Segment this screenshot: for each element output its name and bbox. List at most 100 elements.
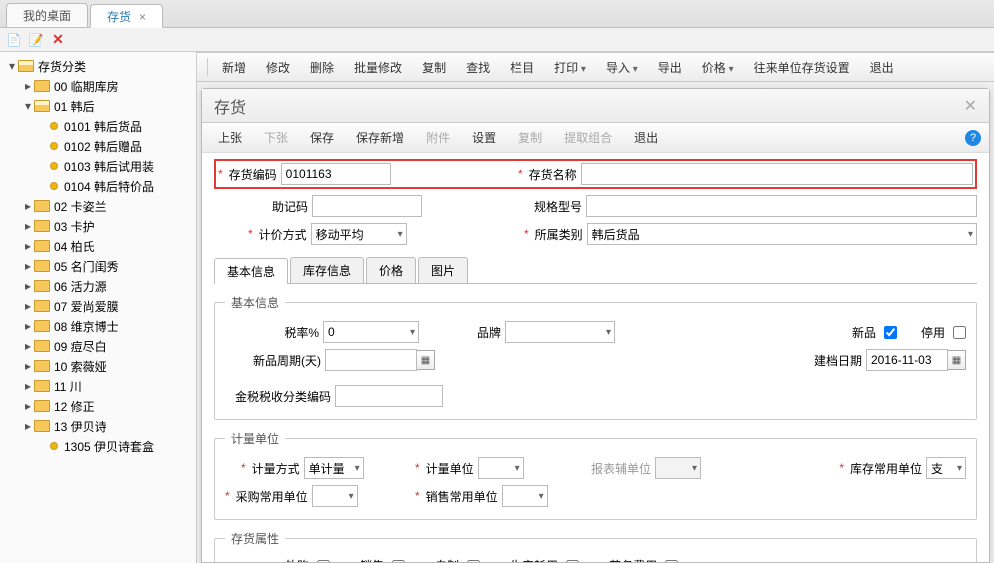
name-label: 存货名称 <box>525 166 581 183</box>
tree-node-07[interactable]: ▸07 爱尚爱膜 <box>18 296 194 316</box>
new-doc-icon[interactable]: 📄 <box>6 32 22 48</box>
tree-node-02[interactable]: ▸02 卡姿兰 <box>18 196 194 216</box>
tab-desktop[interactable]: 我的桌面 <box>6 3 88 27</box>
stopflag-checkbox[interactable] <box>953 326 966 339</box>
dtb-saveadd[interactable]: 保存新增 <box>348 127 412 148</box>
spec-label: 规格型号 <box>524 198 586 215</box>
itab-stock[interactable]: 库存信息 <box>290 257 364 283</box>
dtb-exit[interactable]: 退出 <box>626 127 666 148</box>
dialog-close-icon[interactable]: ✕ <box>964 96 977 116</box>
stockunit-select[interactable] <box>926 457 966 479</box>
tb-find[interactable]: 查找 <box>458 57 498 78</box>
dialog-title: 存货 <box>214 94 246 118</box>
spec-input[interactable] <box>586 195 977 217</box>
dtb-save[interactable]: 保存 <box>302 127 342 148</box>
tree-node-08[interactable]: ▸08 维京博士 <box>18 316 194 336</box>
stopflag-label: 停用 <box>921 324 949 341</box>
brand-select[interactable] <box>505 321 615 343</box>
tb-col[interactable]: 栏目 <box>502 57 542 78</box>
tree-node-09[interactable]: ▸09 痘尽白 <box>18 336 194 356</box>
help-icon[interactable]: ? <box>965 130 981 146</box>
tb-edit[interactable]: 修改 <box>258 57 298 78</box>
goldtax-input[interactable] <box>335 385 443 407</box>
name-input[interactable] <box>581 163 973 185</box>
dialog-body: *存货编码 *存货名称 助记码 规 <box>202 153 989 562</box>
tree-label: 00 临期库房 <box>54 78 119 95</box>
close-icon[interactable]: × <box>139 10 146 24</box>
tree-label: 0102 韩后赠品 <box>64 138 142 155</box>
edit-doc-icon[interactable]: 📝 <box>28 32 44 48</box>
dtb-extract: 提取组合 <box>556 127 620 148</box>
tree-label: 12 修正 <box>54 398 95 415</box>
tb-batch[interactable]: 批量修改 <box>346 57 410 78</box>
tab-inventory[interactable]: 存货× <box>90 4 163 28</box>
delete-icon[interactable]: ✕ <box>50 32 66 48</box>
tb-copy[interactable]: 复制 <box>414 57 454 78</box>
tree-node-03[interactable]: ▸03 卡护 <box>18 216 194 236</box>
createdate-input[interactable] <box>866 349 948 371</box>
dtb-settings[interactable]: 设置 <box>464 127 504 148</box>
costing-label: 计价方式 <box>255 226 311 243</box>
attr-prodconsume-checkbox[interactable] <box>566 560 579 562</box>
newperiod-input[interactable] <box>325 349 417 371</box>
dtb-attach: 附件 <box>418 127 458 148</box>
tree-node-05[interactable]: ▸05 名门闺秀 <box>18 256 194 276</box>
tb-new[interactable]: 新增 <box>214 57 254 78</box>
tree-leaf-0101[interactable]: 0101 韩后货品 <box>34 116 194 136</box>
tb-print[interactable]: 打印 <box>546 57 594 78</box>
tree-root-label: 存货分类 <box>38 58 86 75</box>
tax-label: 税率% <box>279 324 323 341</box>
tree-leaf-1305[interactable]: 1305 伊贝诗套盒 <box>34 436 194 456</box>
category-tree-pane: ▾存货分类 ▸00 临期库房 ▾01 韩后 0101 韩后货品 0102 韩后赠… <box>0 52 197 563</box>
tree-node-10[interactable]: ▸10 索薇娅 <box>18 356 194 376</box>
tb-export[interactable]: 导出 <box>650 57 690 78</box>
attr-outsrc-checkbox[interactable] <box>317 560 330 562</box>
costing-select[interactable] <box>311 223 407 245</box>
umethod-select[interactable] <box>304 457 364 479</box>
calendar-icon[interactable]: ▦ <box>417 350 435 370</box>
attr-selfmade-checkbox[interactable] <box>467 560 480 562</box>
tree-label: 05 名门闺秀 <box>54 258 119 275</box>
calendar-icon[interactable]: ▦ <box>948 350 966 370</box>
mnemonic-input[interactable] <box>312 195 422 217</box>
tree-label: 0101 韩后货品 <box>64 118 142 135</box>
tree-node-11[interactable]: ▸11 川 <box>18 376 194 396</box>
dtb-prev[interactable]: 上张 <box>210 127 250 148</box>
cat-select[interactable] <box>587 223 977 245</box>
tree-node-01[interactable]: ▾01 韩后 <box>18 96 194 116</box>
highlighted-required-row: *存货编码 *存货名称 <box>214 159 977 189</box>
newflag-checkbox[interactable] <box>884 326 897 339</box>
tree-leaf-0102[interactable]: 0102 韩后赠品 <box>34 136 194 156</box>
tree-root[interactable]: ▾存货分类 <box>2 56 194 76</box>
newperiod-label: 新品周期(天) <box>245 352 325 369</box>
tb-del[interactable]: 删除 <box>302 57 342 78</box>
dialog-titlebar: 存货 ✕ <box>202 89 989 123</box>
tax-select[interactable] <box>323 321 419 343</box>
tree-label: 06 活力源 <box>54 278 107 295</box>
tree-node-13[interactable]: ▸13 伊贝诗 <box>18 416 194 436</box>
tree-node-04[interactable]: ▸04 柏氏 <box>18 236 194 256</box>
tree-label: 13 伊贝诗 <box>54 418 107 435</box>
tb-supplier[interactable]: 往来单位存货设置 <box>746 57 858 78</box>
brand-label: 品牌 <box>465 324 505 341</box>
itab-basic[interactable]: 基本信息 <box>214 258 288 284</box>
purunit-select[interactable] <box>312 485 358 507</box>
tree-node-12[interactable]: ▸12 修正 <box>18 396 194 416</box>
tb-price[interactable]: 价格 <box>694 57 742 78</box>
tb-import[interactable]: 导入 <box>598 57 646 78</box>
tree-leaf-0104[interactable]: 0104 韩后特价品 <box>34 176 194 196</box>
tree-label: 03 卡护 <box>54 218 95 235</box>
tree-node-06[interactable]: ▸06 活力源 <box>18 276 194 296</box>
attr-labor-checkbox[interactable] <box>665 560 678 562</box>
uunit-select[interactable] <box>478 457 524 479</box>
tree-leaf-0103[interactable]: 0103 韩后试用装 <box>34 156 194 176</box>
itab-price[interactable]: 价格 <box>366 257 416 283</box>
fieldset-unit: 计量单位 *计量方式 ▾ *计量单位 ▾ 报表辅单位 ▾ <box>214 430 977 520</box>
tb-exit[interactable]: 退出 <box>862 57 902 78</box>
saleunit-select[interactable] <box>502 485 548 507</box>
attr-outsrc: 外购 <box>285 557 313 562</box>
code-input[interactable] <box>281 163 391 185</box>
attr-sale-checkbox[interactable] <box>392 560 405 562</box>
itab-image[interactable]: 图片 <box>418 257 468 283</box>
tree-node-00[interactable]: ▸00 临期库房 <box>18 76 194 96</box>
